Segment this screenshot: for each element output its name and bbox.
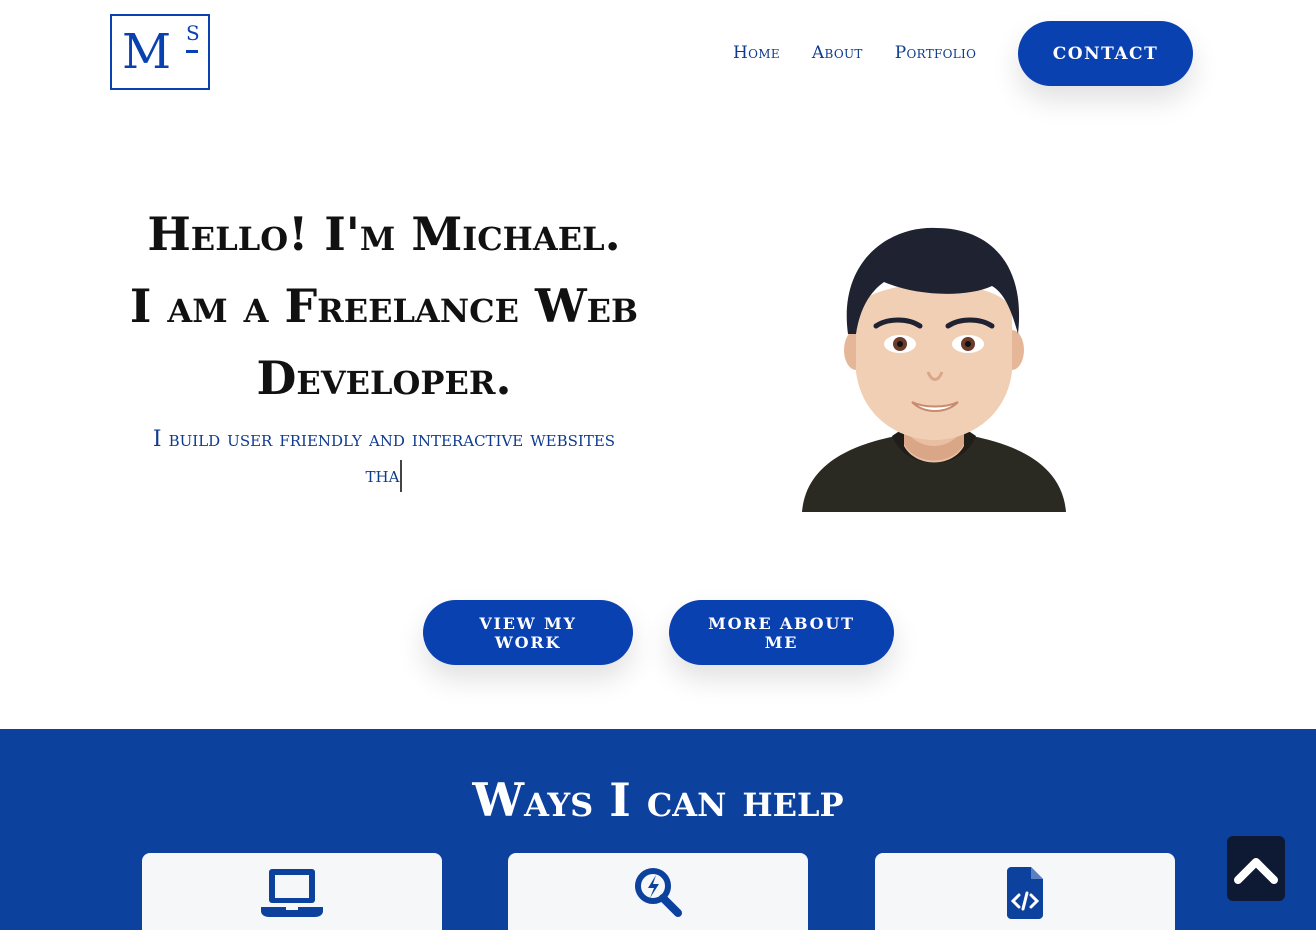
nav-link-about[interactable]: About	[812, 43, 863, 63]
nav-link-home[interactable]: Home	[733, 43, 780, 63]
hero-title-line-2: I am a Freelance Web	[129, 279, 639, 333]
scroll-to-top-button[interactable]	[1227, 836, 1285, 901]
nav-link-portfolio[interactable]: Portfolio	[895, 43, 977, 63]
code-file-icon	[1007, 867, 1043, 919]
chevron-up-icon	[1234, 857, 1278, 884]
site-logo[interactable]: M S	[110, 14, 210, 90]
more-about-me-button[interactable]: MORE ABOUT ME	[669, 600, 894, 665]
typing-caret	[400, 460, 403, 492]
service-card-web-design[interactable]	[142, 853, 442, 930]
logo-letter-s: S	[186, 21, 200, 45]
search-speed-icon	[635, 868, 682, 917]
hero-buttons: VIEW MY WORK MORE ABOUT ME	[423, 600, 894, 665]
hero-subtitle: I build user friendly and interactive we…	[104, 422, 664, 494]
avatar-illustration	[802, 227, 1066, 512]
hero-title-line-3: Developer.	[256, 351, 512, 405]
hero-subtitle-typed: tha	[365, 463, 400, 488]
logo-dash	[186, 50, 198, 53]
main-nav: Home About Portfolio	[733, 43, 976, 63]
service-card-development[interactable]	[875, 853, 1175, 930]
laptop-icon	[261, 869, 323, 917]
hero-title-line-1: Hello! I'm Michael.	[147, 207, 621, 261]
services-section: Ways I can help	[0, 729, 1316, 930]
view-my-work-button[interactable]: VIEW MY WORK	[423, 600, 633, 665]
logo-letter-m: M	[122, 24, 172, 80]
page: M S Home About Portfolio CONTACT Hello! …	[0, 0, 1316, 930]
services-title: Ways I can help	[472, 773, 844, 827]
service-card-performance[interactable]	[508, 853, 808, 930]
contact-button[interactable]: CONTACT	[1018, 21, 1193, 86]
hero-subtitle-line-1: I build user friendly and interactive we…	[152, 427, 616, 452]
hero-title: Hello! I'm Michael. I am a Freelance Web…	[84, 198, 684, 414]
